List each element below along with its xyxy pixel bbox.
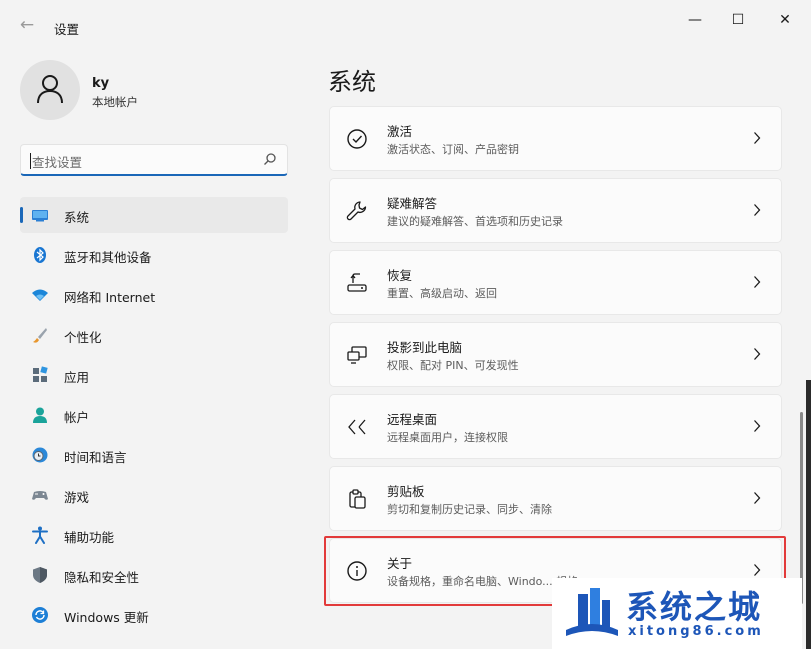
text-caret [30, 153, 31, 169]
apps-icon [33, 366, 48, 382]
sidebar-item-time-language[interactable]: 时间和语言 [20, 437, 288, 473]
sidebar-item-accounts[interactable]: 帐户 [20, 397, 288, 433]
sidebar-item-label: Windows 更新 [64, 610, 149, 625]
watermark-text: 系统之城 [626, 588, 763, 626]
sidebar-item-system[interactable]: 系统 [20, 197, 288, 233]
user-name: ky [92, 76, 110, 91]
watermark: 系统之城 xitong86.com [552, 578, 802, 649]
sidebar-item-personalization[interactable]: 个性化 [20, 317, 288, 353]
recovery-icon [347, 273, 367, 292]
settings-card-project-to-pc[interactable]: 投影到此电脑 权限、配对 PIN、可发现性 [329, 322, 782, 387]
shield-icon [33, 567, 47, 583]
sidebar-item-label: 帐户 [64, 410, 90, 425]
chevron-right-icon [754, 276, 761, 288]
close-button[interactable]: ✕ [770, 8, 800, 32]
avatar [20, 60, 80, 120]
chevron-right-icon [754, 204, 761, 216]
active-indicator [20, 207, 23, 223]
sidebar-item-label: 游戏 [64, 490, 90, 505]
bluetooth-icon [34, 247, 46, 263]
remote-desktop-icon [348, 419, 366, 435]
minimize-button[interactable]: — [680, 8, 710, 32]
chevron-right-icon [754, 420, 761, 432]
card-subtitle: 重置、高级启动、返回 [387, 287, 497, 300]
sidebar-item-label: 时间和语言 [64, 450, 127, 465]
person-icon [33, 407, 47, 423]
sidebar-item-apps[interactable]: 应用 [20, 357, 288, 393]
clipboard-icon [349, 489, 366, 509]
card-title: 剪贴板 [387, 484, 425, 499]
maximize-button[interactable]: ☐ [723, 8, 753, 32]
chevron-right-icon [754, 348, 761, 360]
paintbrush-icon [33, 328, 47, 343]
project-icon [347, 346, 367, 364]
sidebar-item-label: 隐私和安全性 [64, 570, 140, 585]
sidebar-item-label: 蓝牙和其他设备 [64, 250, 152, 265]
sidebar-item-network[interactable]: 网络和 Internet [20, 277, 288, 313]
card-subtitle: 剪切和复制历史记录、同步、清除 [387, 503, 552, 516]
settings-card-troubleshoot[interactable]: 疑难解答 建议的疑难解答、首选项和历史记录 [329, 178, 782, 243]
title-bar: ← 设置 — ☐ ✕ [0, 0, 811, 48]
background-edge [806, 380, 811, 649]
window-title: 设置 [54, 22, 80, 37]
watermark-url: xitong86.com [628, 624, 764, 639]
check-circle-icon [347, 129, 367, 149]
update-icon [32, 607, 48, 623]
accessibility-icon [32, 526, 48, 544]
sidebar-item-privacy[interactable]: 隐私和安全性 [20, 557, 288, 593]
sidebar-item-accessibility[interactable]: 辅助功能 [20, 517, 288, 553]
scrollbar-thumb[interactable] [800, 412, 803, 604]
card-title: 激活 [387, 124, 413, 139]
page-title: 系统 [328, 68, 376, 96]
gamepad-icon [32, 491, 48, 500]
sidebar-item-label: 辅助功能 [64, 530, 115, 545]
sidebar-nav: 系统 蓝牙和其他设备 网络和 Internet 个性化 应用 帐户 时间和语言 … [20, 197, 288, 637]
card-title: 疑难解答 [387, 196, 438, 211]
settings-card-recovery[interactable]: 恢复 重置、高级启动、返回 [329, 250, 782, 315]
person-icon [37, 75, 63, 104]
settings-card-activation[interactable]: 激活 激活状态、订阅、产品密钥 [329, 106, 782, 171]
back-button[interactable]: ← [16, 14, 38, 36]
system-monitor-icon [32, 210, 48, 222]
settings-card-remote-desktop[interactable]: 远程桌面 远程桌面用户，连接权限 [329, 394, 782, 459]
sidebar-item-label: 个性化 [64, 330, 102, 345]
card-subtitle: 远程桌面用户，连接权限 [387, 431, 508, 444]
sidebar-item-gaming[interactable]: 游戏 [20, 477, 288, 513]
sidebar-item-label: 应用 [64, 370, 90, 385]
sidebar-item-label: 系统 [64, 210, 90, 225]
wifi-icon [32, 289, 48, 301]
card-subtitle: 权限、配对 PIN、可发现性 [387, 359, 519, 372]
search-icon[interactable] [263, 152, 277, 166]
chevron-right-icon [754, 132, 761, 144]
user-profile[interactable]: ky 本地帐户 [20, 60, 290, 122]
card-title: 投影到此电脑 [387, 340, 463, 355]
card-subtitle: 激活状态、订阅、产品密钥 [387, 143, 519, 156]
account-type: 本地帐户 [92, 95, 138, 109]
wrench-icon [346, 201, 367, 221]
chevron-right-icon [754, 492, 761, 504]
globe-clock-icon [32, 447, 48, 463]
building-logo-icon [566, 588, 618, 636]
sidebar-item-label: 网络和 Internet [64, 290, 156, 305]
card-subtitle: 建议的疑难解答、首选项和历史记录 [387, 215, 563, 228]
sidebar-item-windows-update[interactable]: Windows 更新 [20, 597, 288, 633]
search-placeholder: 查找设置 [32, 155, 83, 170]
settings-card-clipboard[interactable]: 剪贴板 剪切和复制历史记录、同步、清除 [329, 466, 782, 531]
sidebar-item-bluetooth[interactable]: 蓝牙和其他设备 [20, 237, 288, 273]
card-title: 恢复 [387, 268, 413, 283]
card-title: 远程桌面 [387, 412, 438, 427]
search-input[interactable]: 查找设置 [20, 144, 288, 176]
